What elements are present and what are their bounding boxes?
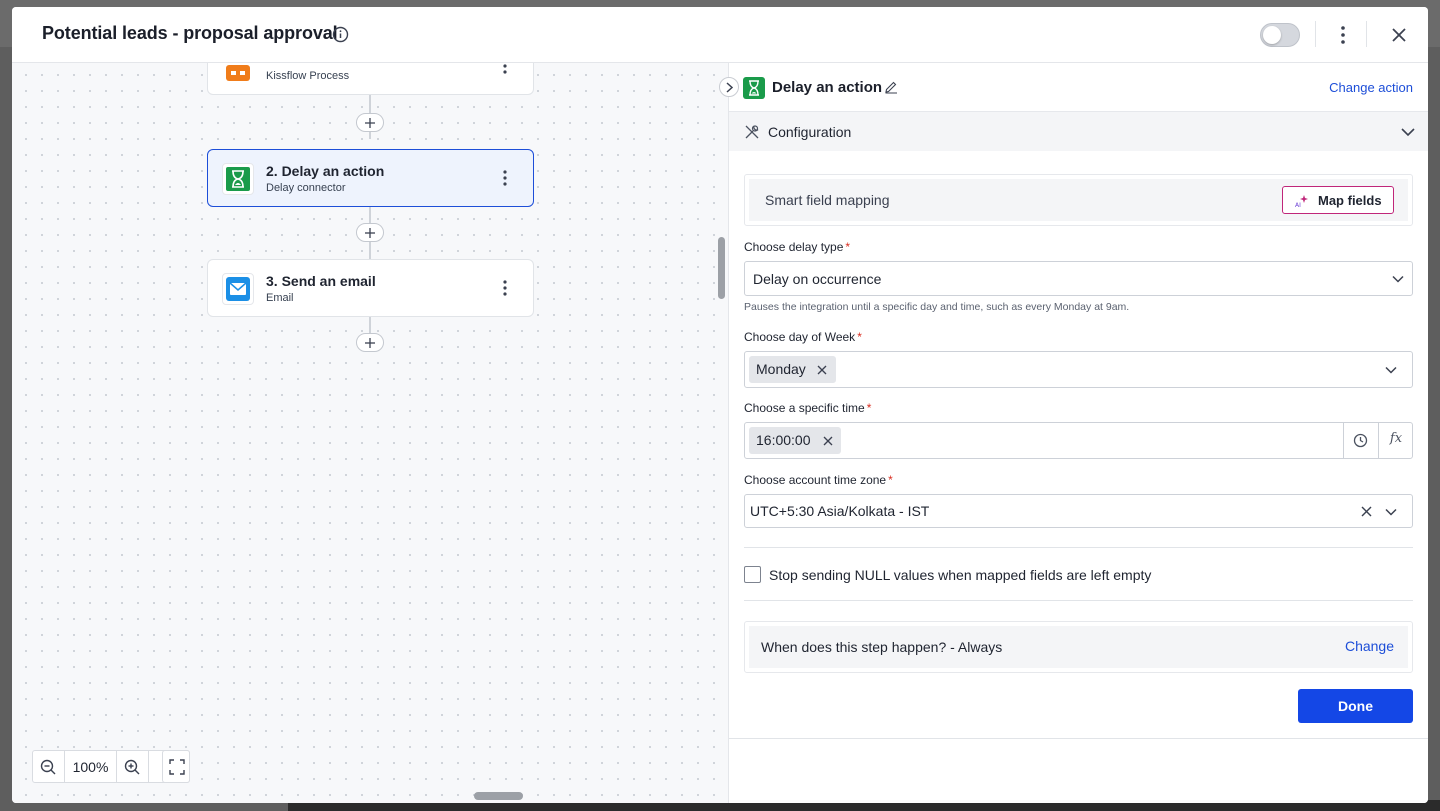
node-subtitle: Email (266, 292, 294, 304)
map-fields-button[interactable]: AI Map fields (1282, 186, 1394, 214)
modal-header: Potential leads - proposal approval (12, 7, 1428, 63)
change-action-link[interactable]: Change action (1329, 80, 1413, 95)
fullscreen-icon (169, 759, 185, 775)
section-title: Configuration (768, 124, 852, 140)
label-text: Choose account time zone (744, 473, 887, 487)
required-marker: * (888, 473, 893, 487)
divider (744, 600, 1413, 601)
zoom-in-icon[interactable] (123, 758, 141, 776)
null-values-checkbox[interactable] (744, 566, 761, 583)
divider (1366, 21, 1367, 47)
step-condition-inner: When does this step happen? - Always Cha… (749, 626, 1408, 668)
step-condition-label: When does this step happen? - Always (761, 639, 1003, 655)
specific-time-input[interactable]: 16:00:00 fx (744, 422, 1413, 459)
delay-type-help: Pauses the integration until a specific … (744, 301, 1130, 313)
clock-icon[interactable] (1353, 433, 1368, 448)
chip-text: Monday (756, 361, 806, 377)
vertical-scrollbar[interactable] (718, 237, 725, 299)
toggle-knob (1263, 26, 1281, 44)
label-text: Choose day of Week (744, 330, 856, 344)
pencil-icon[interactable] (884, 80, 898, 94)
close-icon[interactable] (1390, 26, 1408, 44)
ai-sparkle-icon: AI (1295, 195, 1308, 208)
chevron-down-icon (1385, 508, 1397, 516)
active-toggle[interactable] (1260, 23, 1300, 47)
chip-text: 16:00:00 (756, 432, 811, 448)
connector-line (369, 317, 371, 333)
day-of-week-select[interactable]: Monday (744, 351, 1413, 388)
smart-mapping-inner: Smart field mapping AI Map fields (749, 179, 1408, 221)
configuration-section-header[interactable]: Configuration (729, 111, 1428, 151)
horizontal-scrollbar[interactable] (474, 792, 523, 800)
collapse-panel-button[interactable] (719, 77, 739, 97)
delay-type-label: Choose delay type * (744, 240, 850, 254)
node-title: 2. Delay an action (266, 163, 385, 179)
add-step-button[interactable] (356, 333, 384, 352)
fit-to-screen-button[interactable] (162, 750, 190, 783)
divider (148, 751, 149, 782)
info-icon[interactable] (332, 26, 349, 43)
flow-canvas[interactable]: Kissflow Process 2. Delay an action Dela… (12, 63, 728, 803)
panel-title: Delay an action (772, 79, 883, 96)
email-icon (222, 273, 254, 305)
chip-time: 16:00:00 (749, 427, 841, 454)
flow-editor-modal: Potential leads - proposal approval Kiss… (12, 7, 1428, 803)
remove-chip-icon[interactable] (822, 435, 834, 447)
step-config-panel: Delay an action Change action Configurat… (719, 63, 1428, 803)
divider (729, 738, 1428, 739)
chevron-right-icon (726, 82, 734, 93)
formula-icon[interactable]: fx (1386, 431, 1406, 449)
change-condition-link[interactable]: Change (1345, 638, 1394, 654)
required-marker: * (845, 240, 851, 254)
selected-value: Delay on occurrence (753, 271, 882, 287)
required-marker: * (857, 330, 862, 344)
divider (744, 547, 1413, 548)
divider (116, 751, 117, 782)
node-menu-icon[interactable] (496, 167, 514, 189)
required-marker: * (866, 401, 872, 415)
step-condition: When does this step happen? - Always Cha… (744, 621, 1413, 673)
map-fields-label: Map fields (1318, 193, 1382, 208)
chevron-down-icon (1401, 128, 1415, 137)
delay-type-select[interactable]: Delay on occurrence (744, 261, 1413, 296)
time-zone-select[interactable]: UTC+5:30 Asia/Kolkata - IST (744, 494, 1413, 528)
divider (1343, 423, 1344, 458)
clear-icon[interactable] (1360, 505, 1373, 518)
node-title: 3. Send an email (266, 273, 376, 289)
done-button[interactable]: Done (1298, 689, 1413, 723)
specific-time-label: Choose a specific time * (744, 401, 871, 415)
selected-value: UTC+5:30 Asia/Kolkata - IST (750, 503, 930, 519)
remove-chip-icon[interactable] (816, 364, 828, 376)
divider (1315, 21, 1316, 47)
page-title: Potential leads - proposal approval (42, 23, 338, 43)
smart-mapping-label: Smart field mapping (765, 192, 890, 208)
flow-node-send-email[interactable]: 3. Send an email Email (207, 259, 534, 317)
node-subtitle: Kissflow Process (266, 70, 350, 82)
divider (1378, 423, 1379, 458)
label-text: Choose delay type (744, 240, 844, 254)
node-menu-icon[interactable] (496, 277, 514, 299)
svg-text:AI: AI (1295, 202, 1301, 208)
add-step-button[interactable] (356, 113, 384, 132)
smart-field-mapping: Smart field mapping AI Map fields (744, 174, 1413, 226)
hourglass-icon (222, 163, 254, 195)
zoom-level: 100% (72, 759, 109, 775)
node-subtitle: Delay connector (266, 182, 346, 194)
hourglass-icon (743, 77, 765, 99)
chip-monday: Monday (749, 356, 836, 383)
time-zone-label: Choose account time zone * (744, 473, 893, 487)
day-of-week-label: Choose day of Week * (744, 330, 862, 344)
label-text: Choose a specific time (744, 401, 865, 415)
node-menu-icon[interactable] (496, 63, 514, 77)
null-values-label: Stop sending NULL values when mapped fie… (769, 567, 1152, 583)
tools-icon (745, 125, 759, 139)
flow-node-delay-action[interactable]: 2. Delay an action Delay connector (207, 149, 534, 207)
more-options-icon[interactable] (1332, 23, 1354, 47)
zoom-out-icon[interactable] (39, 758, 57, 776)
chevron-down-icon (1385, 366, 1397, 374)
chevron-down-icon (1392, 275, 1404, 283)
flow-node-kissflow-process[interactable]: Kissflow Process (207, 63, 534, 95)
add-step-button[interactable] (356, 223, 384, 242)
kissflow-icon (222, 63, 254, 83)
